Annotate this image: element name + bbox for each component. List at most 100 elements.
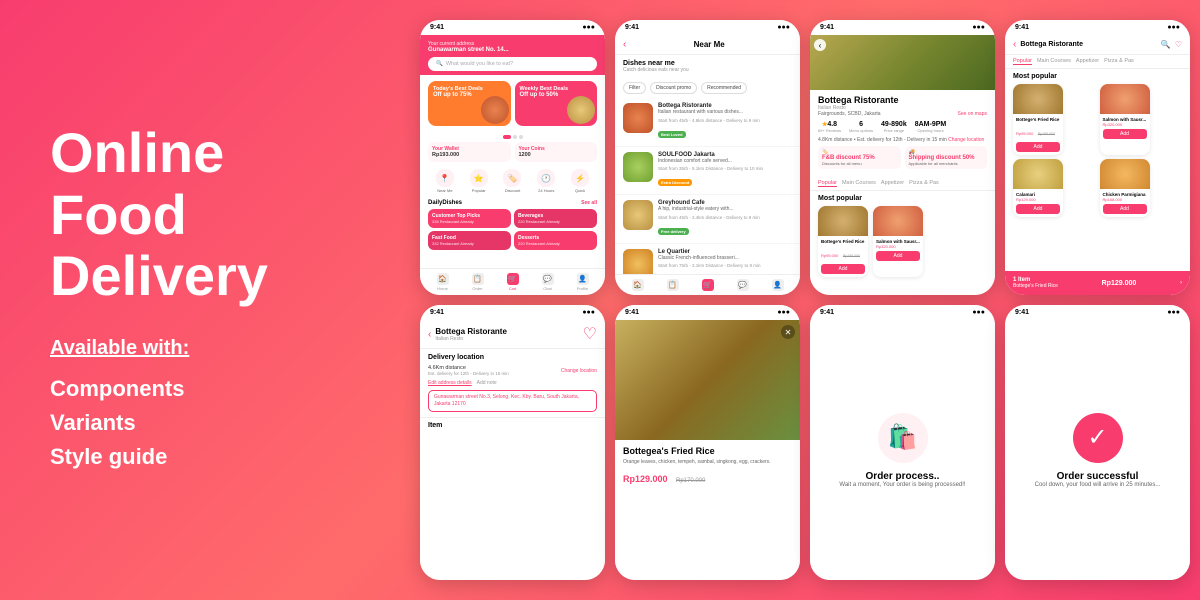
back-button[interactable]: ‹ xyxy=(623,39,626,50)
menu-item-4-2[interactable]: Salmon with Sausr... Rp320.000 Add xyxy=(1100,84,1150,155)
menu-item-prices-1: Rp95.000 Rp155.000 xyxy=(821,244,865,262)
restaurant-img-4 xyxy=(623,249,653,275)
tab-pizza[interactable]: Pizza & Pas xyxy=(909,180,939,187)
filter-chip-discount[interactable]: Discount promo xyxy=(650,82,697,94)
add-btn-4-2[interactable]: Add xyxy=(1103,129,1147,139)
edit-address-link[interactable]: Edit address details xyxy=(428,380,472,386)
menu-item-2[interactable]: Salmon with Sausr... Rp320.000 Add xyxy=(873,206,923,277)
category-top-picks[interactable]: Customer Top Picks 335 Restaurant Alread… xyxy=(428,209,511,228)
stat-rating: ★4.8 89+ Reviews xyxy=(818,121,841,133)
phone-near-me: 9:41 ●●● ‹ Near Me Dishes near me Catch … xyxy=(615,20,800,295)
order-processing-title: Order process.. xyxy=(866,471,940,482)
menu-item-old-price-1: Rp155.000 xyxy=(843,254,860,258)
nav-chat-2[interactable]: 💬 xyxy=(737,279,749,291)
heart-icon-4[interactable]: ♡ xyxy=(1175,40,1182,49)
cart-nav-label: Cart xyxy=(509,286,517,291)
chat-icon-2: 💬 xyxy=(737,279,749,291)
stat-hours: 8AM-9PM Opening hours xyxy=(915,121,947,133)
reviews-label: 89+ Reviews xyxy=(818,128,841,133)
cart-bar[interactable]: 1 Item Bottege's Fried Rice Rp129.000 › xyxy=(1005,271,1190,295)
menu-val: 6 xyxy=(849,121,873,128)
add-btn-4-3[interactable]: Add xyxy=(1016,204,1060,214)
add-btn-4-4[interactable]: Add xyxy=(1103,204,1147,214)
back-button-4[interactable]: ‹ xyxy=(1013,39,1016,50)
menu-item-4-1[interactable]: Bottege's Fried Rice Rp95.000 Rp155.000 … xyxy=(1013,84,1063,155)
home-icon-2: 🏠 xyxy=(632,279,644,291)
location-row: Fairgrounds, SCBD, Jakarta See on maps xyxy=(818,111,987,117)
nav-24hours[interactable]: 🕐 24 Hours xyxy=(537,169,555,193)
back-button-3[interactable]: ‹ xyxy=(814,39,826,51)
food-price-row: Rp129.000 Rp170.000 xyxy=(623,469,792,487)
feature-components: Components xyxy=(50,376,370,402)
nav-chat[interactable]: 💬 Chat xyxy=(542,273,554,291)
category-grid: Customer Top Picks 335 Restaurant Alread… xyxy=(428,209,597,250)
category-beverages[interactable]: Beverages 220 Restaurant Already xyxy=(514,209,597,228)
close-icon[interactable]: ✕ xyxy=(781,325,795,339)
change-location[interactable]: Change location xyxy=(948,137,984,143)
discount-sub-2: Applicable for all merchants xyxy=(909,161,984,166)
see-on-map[interactable]: See on maps xyxy=(958,111,987,117)
signals-3: ●●● xyxy=(972,24,985,31)
tab-pizza-4[interactable]: Pizza & Pas xyxy=(1104,58,1134,65)
deals-section: Today's Best Deals Off up to 75% Weekly … xyxy=(420,75,605,132)
menu-item-1[interactable]: Bottege's Fried Rice Rp95.000 Rp155.000 … xyxy=(818,206,868,277)
nav-profile-2[interactable]: 👤 xyxy=(772,279,784,291)
most-popular-title: Most popular xyxy=(810,191,995,206)
nav-quick[interactable]: ⚡ Quick xyxy=(571,169,589,193)
deal-weekly[interactable]: Weekly Best Deals Off up to 50% xyxy=(515,81,598,126)
address-value[interactable]: Gunawarman street No.3, Selong, Kec. Kby… xyxy=(428,390,597,412)
tab-appetizer[interactable]: Appetizer xyxy=(881,180,904,187)
nav-nearme[interactable]: 📍 Near Me xyxy=(436,169,454,193)
delivery-note-5: Est. delivery for 12th - Delivery in 15 … xyxy=(428,371,509,376)
menu-item-4-3[interactable]: Calamari Rp129.000 Add xyxy=(1013,159,1063,217)
search-icon-4[interactable]: 🔍 xyxy=(1161,40,1171,49)
restaurant-info-3: Greyhound Cafe A hip, industrial-style e… xyxy=(658,200,792,238)
restaurant-card-2[interactable]: SOULFOOD Jakarta Indonesian comfort cafe… xyxy=(615,147,800,196)
restaurant-card-1[interactable]: Bottega Ristorante Italian restaurant wi… xyxy=(615,98,800,147)
restaurant-card-4[interactable]: Le Quartier Classic French-influenced br… xyxy=(615,244,800,275)
signals-6: ●●● xyxy=(777,309,790,316)
nav-profile[interactable]: 👤 Profile xyxy=(577,273,589,291)
bottom-nav-2: 🏠 📋 🛒 💬 👤 xyxy=(615,274,800,295)
heart-icon-5[interactable]: ♡ xyxy=(583,324,597,344)
filter-chip-recommended[interactable]: Recommended xyxy=(701,82,747,94)
search-bar[interactable]: 🔍 What would you like to eat? xyxy=(428,57,597,71)
see-all[interactable]: See all xyxy=(581,200,597,206)
profile-icon: 👤 xyxy=(577,273,589,285)
back-button-5[interactable]: ‹ xyxy=(428,329,431,340)
delivery-restaurant-info: Bottega Ristorante Italian Resto xyxy=(435,327,578,342)
restaurant-detail-info: Bottega Ristorante Italian Resto Fairgro… xyxy=(810,90,995,177)
add-btn-4-1[interactable]: Add xyxy=(1016,142,1060,152)
tab-popular-4[interactable]: Popular xyxy=(1013,58,1032,65)
add-button-2[interactable]: Add xyxy=(876,251,920,261)
dishes-title: Dishes near me xyxy=(623,60,792,67)
restaurant-card-3[interactable]: Greyhound Cafe A hip, industrial-style e… xyxy=(615,195,800,244)
menu-item-4-4[interactable]: Chicken Parmigiana Rp168.000 Add xyxy=(1100,159,1150,217)
wallet-card[interactable]: Your Wallet Rp193.000 xyxy=(428,142,511,162)
deal-today[interactable]: Today's Best Deals Off up to 75% xyxy=(428,81,511,126)
add-button-1[interactable]: Add xyxy=(821,264,865,274)
category-fastfood[interactable]: Fast Food 332 Restaurant Already xyxy=(428,231,511,250)
category-desserts[interactable]: Desserts 220 Restaurant Already xyxy=(514,231,597,250)
coins-card[interactable]: Your Coins 1200 xyxy=(515,142,598,162)
order-icon: 📋 xyxy=(472,273,484,285)
nav-home[interactable]: 🏠 Home xyxy=(437,273,449,291)
nav-home-2[interactable]: 🏠 xyxy=(632,279,644,291)
nav-popular[interactable]: ⭐ Popular xyxy=(470,169,488,193)
signals-4: ●●● xyxy=(1167,24,1180,31)
tab-main-4[interactable]: Main Courses xyxy=(1037,58,1071,65)
tab-popular[interactable]: Popular xyxy=(818,180,837,187)
change-location-5[interactable]: Change location xyxy=(561,368,597,374)
delivery-note: Est. delivery for 12th - Delivery in 15 … xyxy=(857,137,947,143)
nav-cart-2[interactable]: 🛒 xyxy=(702,279,714,291)
nav-cart[interactable]: 🛒 Cart xyxy=(507,273,519,291)
nav-order-2[interactable]: 📋 xyxy=(667,279,679,291)
tab-main-courses[interactable]: Main Courses xyxy=(842,180,876,187)
home-header: Your current address Gunawarman street N… xyxy=(420,35,605,75)
filter-chip-filter[interactable]: Filter xyxy=(623,82,646,94)
nav-discount[interactable]: 🏷️ Discount xyxy=(503,169,521,193)
nav-order[interactable]: 📋 Order xyxy=(472,273,484,291)
tab-appetizer-4[interactable]: Appetizer xyxy=(1076,58,1099,65)
restaurant-info-2: SOULFOOD Jakarta Indonesian comfort cafe… xyxy=(658,152,792,190)
add-note-link[interactable]: Add note xyxy=(477,380,497,386)
